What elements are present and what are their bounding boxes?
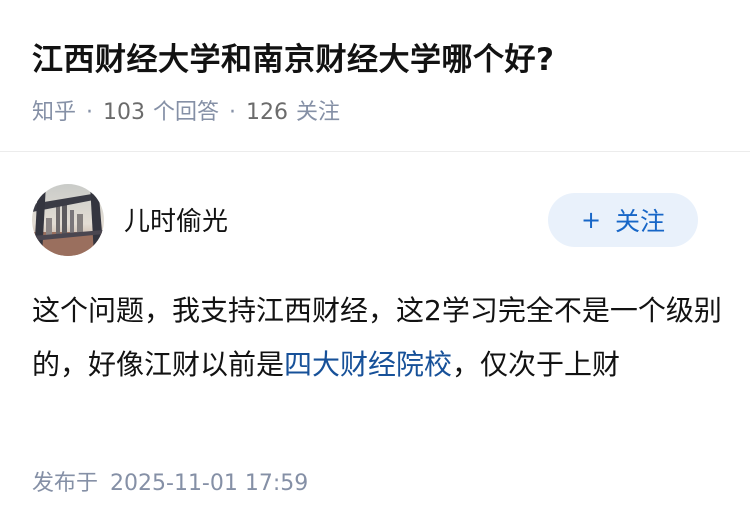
follow-button-label: 关注 [615, 207, 666, 236]
answer-content: 这个问题，我支持江西财经，这2学习完全不是一个级别的，好像江财以前是四大财经院校… [32, 284, 722, 392]
answer-count-label[interactable]: 个回答 [153, 100, 219, 125]
plus-icon: + [580, 206, 602, 234]
answer-count: 103 [103, 100, 146, 125]
published-label: 发布于 [32, 471, 99, 496]
follower-count-label[interactable]: 关注 [296, 100, 340, 125]
publish-info: 发布于 2025-11-01 17:59 [32, 465, 308, 497]
source-label[interactable]: 知乎 [32, 100, 76, 125]
question-header: 江西财经大学和南京财经大学哪个好? 知乎 · 103 个回答 · 126 关注 [0, 0, 750, 152]
question-title[interactable]: 江西财经大学和南京财经大学哪个好? [32, 34, 554, 79]
follow-button[interactable]: + 关注 [548, 193, 698, 247]
answer-link[interactable]: 四大财经院校 [284, 348, 452, 381]
author-name[interactable]: 儿时偷光 [124, 201, 228, 238]
question-meta: 知乎 · 103 个回答 · 126 关注 [32, 94, 340, 126]
follower-count: 126 [246, 100, 289, 125]
separator-dot: · [229, 100, 237, 125]
published-time: 2025-11-01 17:59 [110, 471, 309, 496]
separator-dot: · [86, 100, 94, 125]
avatar-image [32, 184, 104, 256]
answer-text-end: ，仅次于上财 [452, 348, 621, 381]
author-avatar[interactable] [32, 184, 104, 256]
